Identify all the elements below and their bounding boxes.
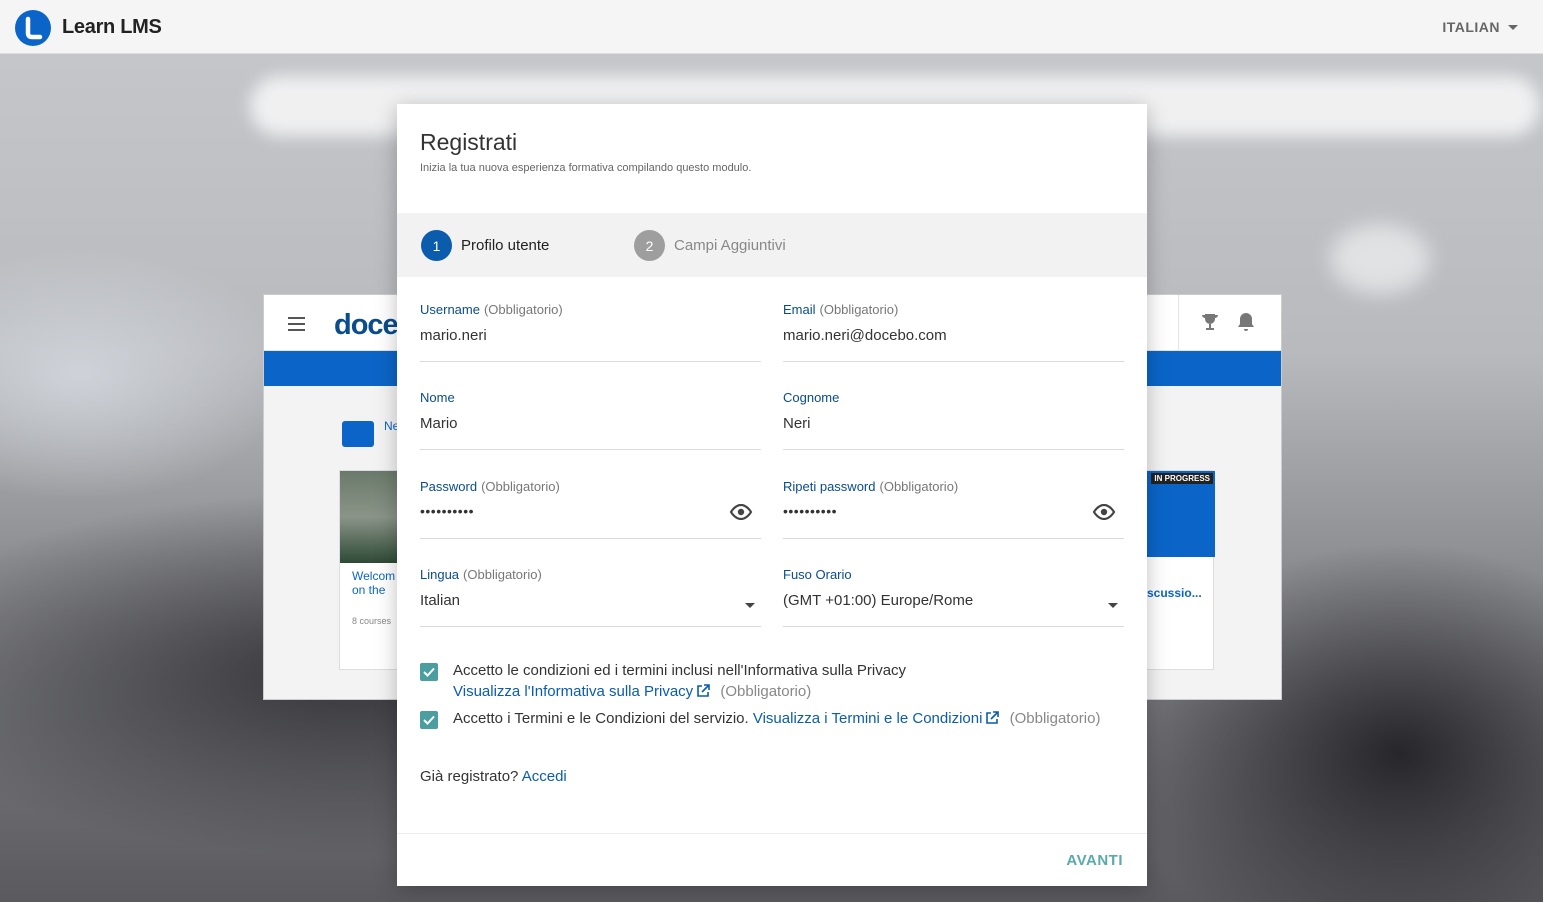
preview-brand: doce bbox=[334, 309, 399, 341]
password-input[interactable]: •••••••••• bbox=[420, 503, 474, 519]
language-label: ITALIAN bbox=[1442, 19, 1500, 35]
last-name-input[interactable]: Neri bbox=[783, 415, 811, 432]
first-name-input[interactable]: Mario bbox=[420, 415, 458, 432]
terms-link[interactable]: Visualizza i Termini e le Condizioni bbox=[753, 710, 983, 727]
privacy-text: Accetto le condizioni ed i termini inclu… bbox=[453, 662, 907, 679]
username-field[interactable]: Username (Obbligatorio) mario.neri bbox=[420, 302, 761, 362]
first-name-field[interactable]: Nome Mario bbox=[420, 390, 761, 450]
privacy-link[interactable]: Visualizza l'Informativa sulla Privacy bbox=[453, 683, 693, 700]
required-label: (Obbligatorio) bbox=[720, 683, 812, 700]
stepper: 1 Profilo utente 2 Campi Aggiuntivi bbox=[397, 213, 1147, 277]
external-link-icon[interactable] bbox=[985, 711, 1000, 725]
check-icon bbox=[423, 667, 435, 677]
preview-card-title: Welcom on the bbox=[352, 569, 396, 597]
next-button[interactable]: AVANTI bbox=[1066, 852, 1123, 869]
dialog-footer-divider bbox=[397, 833, 1147, 834]
preview-card-left: Welcom on the 8 courses bbox=[339, 470, 400, 670]
logo-icon bbox=[15, 10, 51, 46]
language-value: Italian bbox=[420, 592, 461, 609]
eye-icon[interactable] bbox=[1092, 503, 1116, 525]
login-prompt-text: Già registrato? bbox=[420, 768, 519, 785]
trophy-icon bbox=[1199, 311, 1221, 338]
menu-icon bbox=[288, 317, 305, 335]
step-label: Profilo utente bbox=[461, 237, 550, 254]
field-label: Email (Obbligatorio) bbox=[783, 302, 899, 317]
registration-dialog: Registrati Inizia la tua nuova esperienz… bbox=[397, 104, 1147, 886]
step-label: Campi Aggiuntivi bbox=[674, 237, 786, 254]
privacy-consent: Accetto le condizioni ed i termini inclu… bbox=[453, 660, 1113, 702]
preview-user-icon bbox=[342, 421, 374, 447]
terms-checkbox[interactable] bbox=[420, 711, 438, 729]
external-link-icon[interactable] bbox=[696, 684, 710, 698]
bell-icon bbox=[1236, 311, 1256, 338]
chevron-down-icon[interactable] bbox=[745, 603, 755, 608]
preview-card-title: scussio... bbox=[1147, 586, 1202, 600]
login-prompt: Già registrato? Accedi bbox=[420, 768, 567, 785]
preview-card-image: IN PROGRESS bbox=[1145, 471, 1215, 557]
preview-card-meta: 8 courses bbox=[352, 616, 392, 626]
app-title: Learn LMS bbox=[62, 16, 162, 38]
terms-text: Accetto i Termini e le Condizioni del se… bbox=[453, 710, 749, 727]
field-label: Ripeti password (Obbligatorio) bbox=[783, 479, 959, 494]
step-number: 2 bbox=[634, 230, 665, 261]
preview-card-right: IN PROGRESS scussio... bbox=[1144, 470, 1215, 670]
chevron-down-icon[interactable] bbox=[1108, 603, 1118, 608]
field-label: Cognome bbox=[783, 390, 840, 405]
step-user-profile[interactable]: 1 Profilo utente bbox=[421, 230, 549, 261]
chevron-down-icon bbox=[1508, 24, 1518, 30]
login-link[interactable]: Accedi bbox=[522, 768, 567, 785]
status-badge: IN PROGRESS bbox=[1151, 473, 1213, 484]
dialog-subtitle: Inizia la tua nuova esperienza formativa… bbox=[420, 162, 752, 174]
required-label: (Obbligatorio) bbox=[1009, 710, 1101, 727]
field-label: Fuso Orario bbox=[783, 567, 852, 582]
language-selector[interactable]: ITALIAN bbox=[1442, 19, 1518, 35]
field-label: Nome bbox=[420, 390, 455, 405]
repeat-password-input[interactable]: •••••••••• bbox=[783, 503, 837, 519]
privacy-checkbox[interactable] bbox=[420, 663, 438, 681]
field-label: Username (Obbligatorio) bbox=[420, 302, 563, 317]
repeat-password-field[interactable]: Ripeti password (Obbligatorio) •••••••••• bbox=[783, 479, 1124, 539]
field-label: Password (Obbligatorio) bbox=[420, 479, 560, 494]
step-number: 1 bbox=[421, 230, 452, 261]
preview-divider bbox=[1178, 295, 1179, 351]
email-field[interactable]: Email (Obbligatorio) mario.neri@docebo.co… bbox=[783, 302, 1124, 362]
last-name-field[interactable]: Cognome Neri bbox=[783, 390, 1124, 450]
field-label: Lingua (Obbligatorio) bbox=[420, 567, 542, 582]
email-input[interactable]: mario.neri@docebo.com bbox=[783, 327, 947, 344]
eye-icon[interactable] bbox=[729, 503, 753, 525]
password-field[interactable]: Password (Obbligatorio) •••••••••• bbox=[420, 479, 761, 539]
terms-consent: Accetto i Termini e le Condizioni del se… bbox=[453, 708, 1133, 729]
background-light-spot bbox=[1330, 224, 1430, 294]
step-additional-fields[interactable]: 2 Campi Aggiuntivi bbox=[634, 230, 786, 261]
language-select[interactable]: Lingua (Obbligatorio) Italian bbox=[420, 567, 761, 627]
top-bar: Learn LMS ITALIAN bbox=[0, 0, 1543, 54]
dialog-title: Registrati bbox=[420, 129, 518, 155]
preview-card-photo bbox=[340, 471, 400, 563]
timezone-value: (GMT +01:00) Europe/Rome bbox=[783, 592, 974, 609]
timezone-select[interactable]: Fuso Orario (GMT +01:00) Europe/Rome bbox=[783, 567, 1124, 627]
username-input[interactable]: mario.neri bbox=[420, 327, 487, 344]
check-icon bbox=[423, 715, 435, 725]
